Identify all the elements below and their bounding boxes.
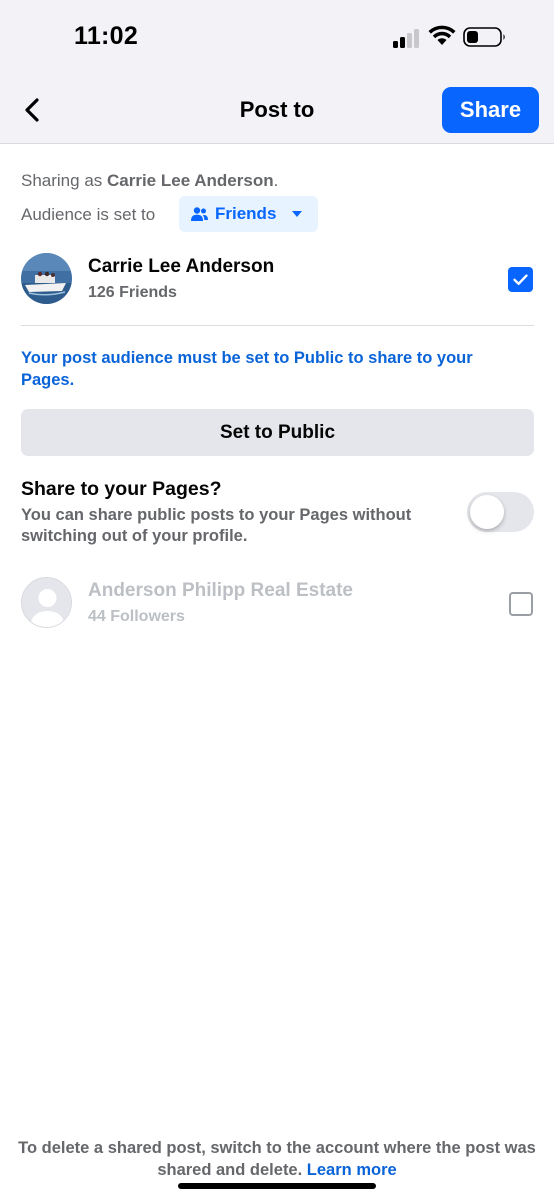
sharing-as-text: Sharing as Carrie Lee Anderson. <box>21 171 278 191</box>
share-button[interactable]: Share <box>442 87 539 133</box>
profile-friend-count: 126 Friends <box>88 284 177 301</box>
battery-icon <box>463 27 505 47</box>
person-placeholder-icon <box>22 578 71 627</box>
friends-icon <box>191 207 208 221</box>
status-time: 11:02 <box>74 22 139 50</box>
page-name: Anderson Philipp Real Estate <box>88 580 353 601</box>
page-checkbox[interactable] <box>509 592 533 616</box>
learn-more-link[interactable]: Learn more <box>307 1161 397 1179</box>
boat-photo-avatar-image <box>21 253 72 304</box>
set-to-public-button[interactable]: Set to Public <box>21 409 534 456</box>
profile-checkbox[interactable] <box>508 267 533 292</box>
audience-label: Audience is set to <box>21 205 156 224</box>
home-indicator[interactable] <box>178 1183 376 1189</box>
profile-name: Carrie Lee Anderson <box>88 256 275 277</box>
audience-notice: Your post audience must be set to Public… <box>21 349 473 389</box>
sharing-as-prefix: Sharing as <box>21 171 107 190</box>
page-avatar <box>21 577 72 628</box>
checkmark-icon <box>513 274 528 285</box>
pages-section-description: You can share public posts to your Pages… <box>21 506 412 545</box>
caret-down-icon <box>292 211 302 217</box>
sharing-as-name: Carrie Lee Anderson <box>107 171 274 190</box>
audience-selector-button[interactable]: Friends <box>179 196 318 232</box>
footer-text: To delete a shared post, switch to the a… <box>0 1137 554 1181</box>
nav-bar: Post to Share <box>0 76 554 144</box>
divider <box>21 325 534 326</box>
share-to-pages-toggle[interactable] <box>467 492 534 532</box>
status-bar: 11:02 <box>0 0 554 76</box>
toggle-knob <box>470 495 504 529</box>
wifi-icon <box>428 25 456 45</box>
pages-section-heading: Share to your Pages? <box>21 478 222 500</box>
footer-message: To delete a shared post, switch to the a… <box>18 1139 536 1179</box>
cellular-signal-icon <box>393 26 423 48</box>
profile-avatar <box>21 253 72 304</box>
sharing-as-suffix: . <box>273 171 279 190</box>
audience-value: Friends <box>215 204 277 223</box>
page-follower-count: 44 Followers <box>88 608 185 625</box>
